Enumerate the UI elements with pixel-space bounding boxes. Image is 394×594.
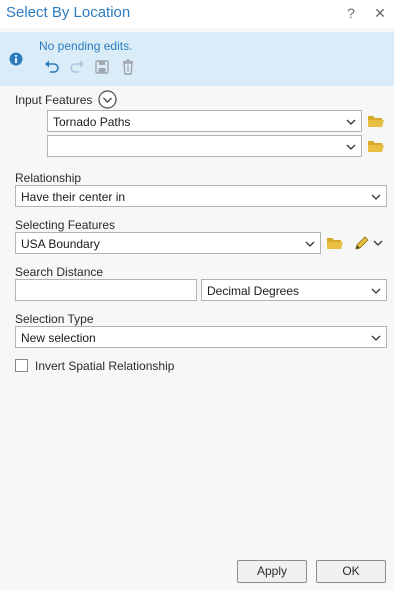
selection-type-value: New selection xyxy=(21,331,96,345)
selecting-features-value: USA Boundary xyxy=(21,237,100,251)
close-button[interactable]: ✕ xyxy=(370,3,390,23)
save-edits-icon[interactable] xyxy=(94,58,112,76)
help-button[interactable]: ? xyxy=(341,3,361,23)
distance-units-value: Decimal Degrees xyxy=(207,284,300,298)
chevron-down-icon xyxy=(371,335,381,341)
chevron-down-icon xyxy=(346,144,356,150)
geoprocessing-pane: Select By Location ? ✕ No pending edits. xyxy=(0,0,394,590)
relationship-label: Relationship xyxy=(15,171,82,185)
input-features-value-1: Tornado Paths xyxy=(53,115,131,129)
pane-title: Select By Location xyxy=(6,4,131,21)
redo-icon[interactable] xyxy=(68,58,86,76)
distance-units-dropdown[interactable]: Decimal Degrees xyxy=(201,279,387,301)
chevron-down-icon xyxy=(371,194,381,200)
selection-type-label: Selection Type xyxy=(15,312,94,326)
selecting-features-dropdown[interactable]: USA Boundary xyxy=(15,232,321,254)
input-features-dropdown-2[interactable] xyxy=(47,135,362,157)
chevron-down-icon xyxy=(346,119,356,125)
folder-open-icon[interactable] xyxy=(367,139,385,153)
relationship-value: Have their center in xyxy=(21,190,126,204)
search-distance-label: Search Distance xyxy=(15,265,104,279)
info-icon xyxy=(9,52,23,66)
input-features-label: Input Features xyxy=(15,93,93,107)
relationship-dropdown[interactable]: Have their center in xyxy=(15,185,387,207)
pencil-icon[interactable] xyxy=(353,234,371,252)
bottom-strip xyxy=(0,590,394,594)
selection-type-dropdown[interactable]: New selection xyxy=(15,326,387,348)
search-distance-input[interactable] xyxy=(15,279,197,301)
chevron-down-icon[interactable] xyxy=(373,239,383,247)
invert-spatial-relationship-label[interactable]: Invert Spatial Relationship xyxy=(35,359,174,373)
selecting-features-label: Selecting Features xyxy=(15,218,116,232)
folder-open-icon[interactable] xyxy=(326,236,344,250)
ok-button[interactable]: OK xyxy=(316,560,386,583)
input-features-dropdown-1[interactable]: Tornado Paths xyxy=(47,110,362,132)
apply-button[interactable]: Apply xyxy=(237,560,307,583)
folder-open-icon[interactable] xyxy=(367,114,385,128)
title-bar: Select By Location ? ✕ xyxy=(0,0,394,28)
edit-status-bar: No pending edits. xyxy=(0,32,394,86)
edit-status-text: No pending edits. xyxy=(39,39,133,53)
chevron-down-icon xyxy=(371,288,381,294)
undo-icon[interactable] xyxy=(43,58,61,76)
invert-spatial-relationship-checkbox[interactable] xyxy=(15,359,28,372)
chevron-down-icon xyxy=(305,241,315,247)
discard-edits-icon[interactable] xyxy=(120,58,138,76)
expand-chevron-icon[interactable] xyxy=(98,90,117,109)
